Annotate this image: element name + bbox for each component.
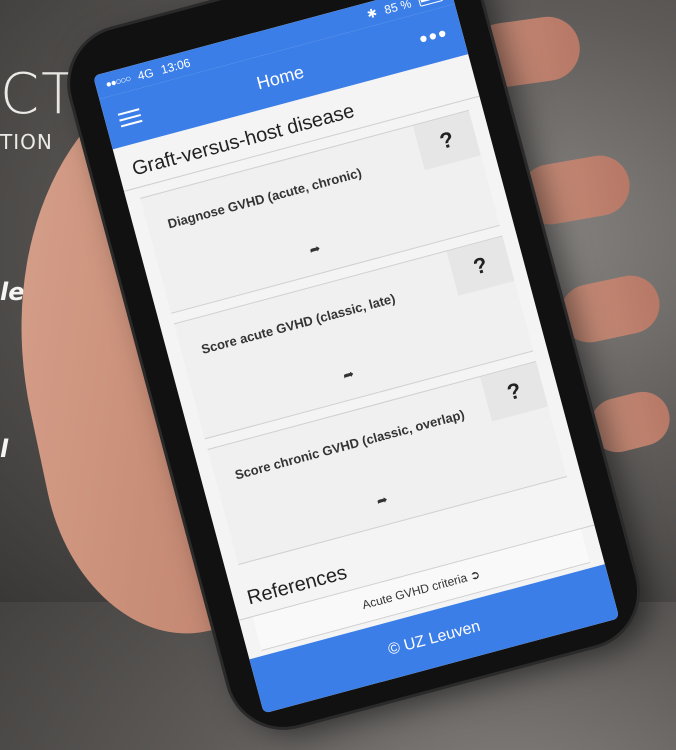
hamburger-icon[interactable] xyxy=(117,108,143,128)
page-title: Home xyxy=(254,61,306,93)
bluetooth-icon: ✱ xyxy=(365,5,379,22)
backdrop-text-fragment: l xyxy=(0,435,9,463)
status-time: 13:06 xyxy=(159,55,192,77)
phone-screen: ●●○○○ 4G 13:06 ✱ 85 % Home ••• Graft-ver… xyxy=(93,0,620,714)
battery-icon xyxy=(417,0,444,7)
share-arrow-icon: ➦ xyxy=(307,240,323,258)
phone-body: ●●○○○ 4G 13:06 ✱ 85 % Home ••• Graft-ver… xyxy=(57,0,650,740)
battery-level: 85 % xyxy=(382,0,413,18)
phone: ●●○○○ 4G 13:06 ✱ 85 % Home ••• Graft-ver… xyxy=(16,0,676,740)
signal-strength-icon: ●●○○○ xyxy=(104,73,132,91)
share-arrow-icon: ➦ xyxy=(374,491,390,509)
footer-label: © UZ Leuven xyxy=(386,617,483,659)
more-icon[interactable]: ••• xyxy=(416,20,451,53)
network-type: 4G xyxy=(136,65,156,84)
share-arrow-icon: ➦ xyxy=(341,365,356,384)
